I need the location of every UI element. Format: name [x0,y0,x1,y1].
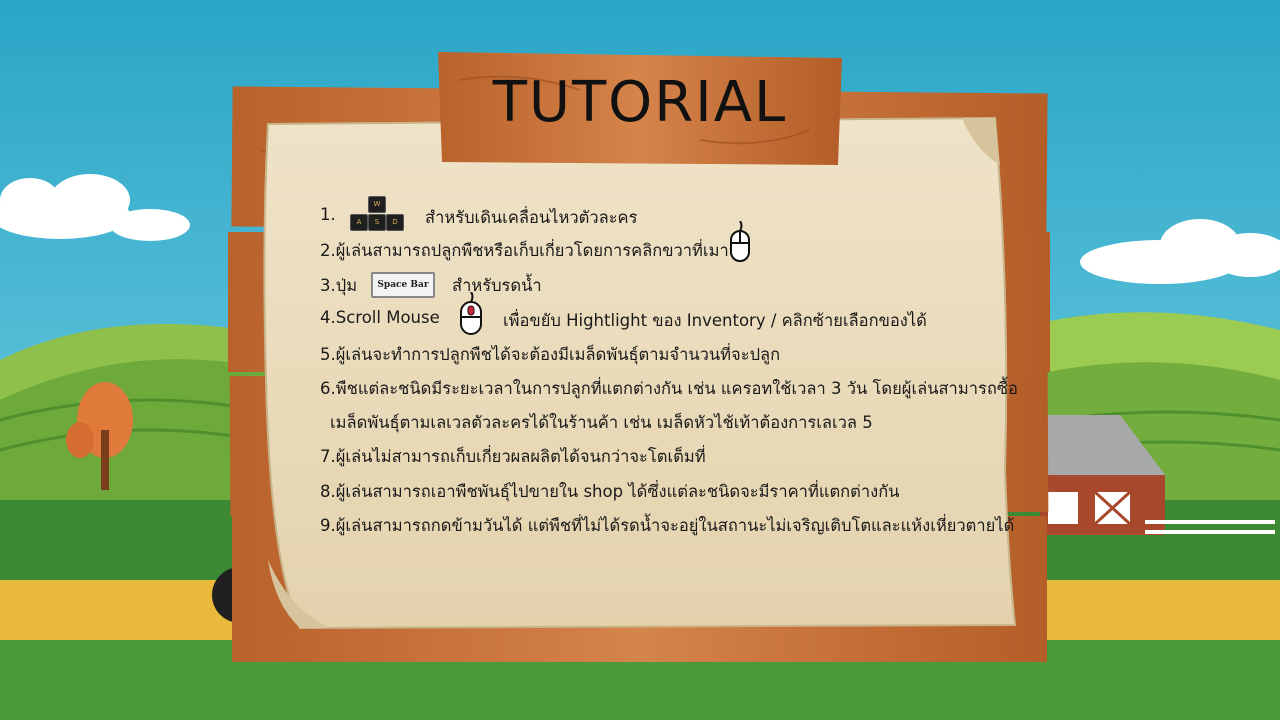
key-s: S [368,214,386,231]
instruction-3-prefix: 3.ปุ่ม [320,276,358,295]
key-a: A [350,214,368,231]
instruction-6b: เมล็ดพันธุ์ตามเลเวลตัวละครได้ในร้านค้า เ… [330,413,873,432]
instruction-4-prefix: 4.Scroll Mouse [320,308,440,327]
instruction-6a: 6.พืชแต่ละชนิดมีระยะเวลาในการปลูกที่แตกต… [320,379,1018,398]
instruction-1-number: 1. [320,205,336,224]
key-w: W [368,196,386,213]
wasd-keys-icon: W A S D [348,196,406,232]
paper-scroll [263,116,1017,630]
spacebar-key-icon: Space Bar [371,272,435,298]
instruction-7: 7.ผู้เล่นไม่สามารถเก็บเกี่ยวผลผลิตได้จนก… [320,447,706,466]
key-d: D [386,214,404,231]
mouse-scroll-icon [460,292,482,335]
instruction-2: 2.ผู้เล่นสามารถปลูกพืชหรือเก็บเกี่ยวโดยก… [320,241,739,260]
instruction-4-text: เพื่อขยับ Hightlight ของ Inventory / คลิ… [503,311,927,330]
instruction-9: 9.ผู้เล่นสามารถกดข้ามวันได้ แต่พืชที่ไม่… [320,516,1015,535]
instruction-1-text: สำหรับเดินเคลื่อนไหวตัวละคร [425,208,638,227]
instruction-8: 8.ผู้เล่นสามารถเอาพืชพันธุ์ไปขายใน shop … [320,482,900,501]
mouse-right-click-icon [730,221,750,262]
instruction-5: 5.ผู้เล่นจะทำการปลูกพืชได้จะต้องมีเมล็ดพ… [320,345,781,364]
page-title: TUTORIAL [492,70,788,135]
